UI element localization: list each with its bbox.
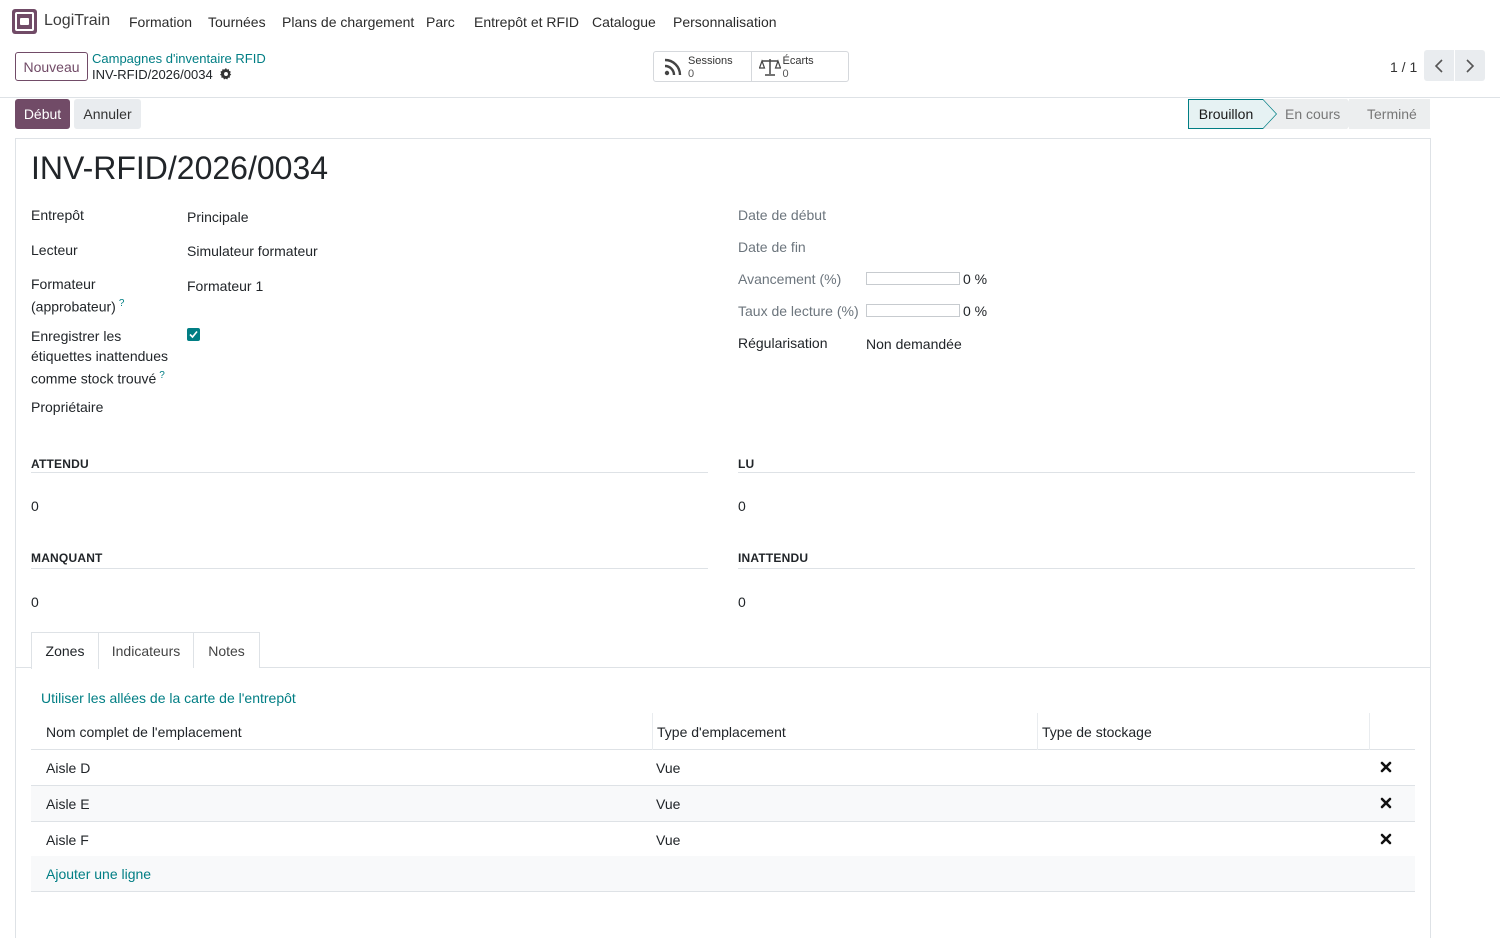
- trainer-label: Formateur (approbateur)?: [31, 274, 124, 317]
- location-type-cell[interactable]: Vue: [656, 796, 680, 812]
- read-rate-value: 0 %: [963, 303, 988, 319]
- checkmark-icon: [189, 330, 198, 339]
- warehouse-field[interactable]: Principale: [187, 209, 248, 225]
- pager-next-button[interactable]: [1455, 50, 1485, 81]
- ecarts-smart-button[interactable]: Écarts 0: [750, 52, 849, 81]
- menu-item-entrepot-rfid[interactable]: Entrepôt et RFID: [474, 14, 579, 30]
- reader-field[interactable]: Simulateur formateur: [187, 243, 318, 259]
- unexpected-value: 0: [738, 594, 746, 610]
- register-unexpected-label: Enregistrer les étiquettes inattendues c…: [31, 326, 168, 389]
- breadcrumb-parent-link[interactable]: Campagnes d'inventaire RFID: [92, 51, 266, 66]
- unexpected-divider: [738, 568, 1415, 569]
- menu-item-tournees[interactable]: Tournées: [208, 14, 266, 30]
- warehouse-label: Entrepôt: [31, 207, 84, 223]
- start-button[interactable]: Début: [15, 99, 70, 129]
- table-header: Nom complet de l'emplacement Type d'empl…: [31, 713, 1415, 750]
- location-name-cell[interactable]: Aisle D: [46, 760, 90, 776]
- sessions-value: 0: [688, 68, 695, 80]
- regularisation-field[interactable]: Non demandée: [866, 336, 962, 352]
- table-row[interactable]: Aisle F Vue: [31, 822, 1415, 858]
- menu-item-catalogue[interactable]: Catalogue: [592, 14, 656, 30]
- ecarts-label: Écarts: [782, 55, 814, 67]
- table-row[interactable]: Aisle E Vue: [31, 786, 1415, 822]
- progress-value: 0 %: [963, 271, 988, 287]
- column-separator[interactable]: [652, 713, 653, 750]
- smart-buttons: Sessions 0 Écarts 0: [653, 51, 849, 82]
- delete-row-icon[interactable]: [1380, 761, 1392, 773]
- read-section-title: LU: [738, 457, 755, 471]
- add-line-link[interactable]: Ajouter une ligne: [46, 866, 151, 882]
- record-title[interactable]: INV-RFID/2026/0034: [31, 150, 328, 187]
- end-date-label: Date de fin: [738, 239, 806, 255]
- menu-item-personnalisation[interactable]: Personnalisation: [673, 14, 777, 30]
- help-icon[interactable]: ?: [159, 370, 165, 381]
- start-date-label: Date de début: [738, 207, 826, 223]
- ecarts-value: 0: [782, 68, 789, 80]
- pager-previous-button[interactable]: [1424, 50, 1454, 81]
- balance-scale-icon: [758, 59, 781, 76]
- rss-icon: [664, 58, 682, 76]
- column-header-location-type[interactable]: Type d'emplacement: [657, 724, 786, 740]
- location-name-cell[interactable]: Aisle F: [46, 832, 89, 848]
- missing-section-title: MANQUANT: [31, 551, 103, 565]
- register-unexpected-checkbox[interactable]: [187, 328, 200, 341]
- top-navbar: LogiTrain Formation Tournées Plans de ch…: [0, 0, 1500, 44]
- read-rate-label: Taux de lecture (%): [738, 303, 859, 319]
- location-type-cell[interactable]: Vue: [656, 832, 680, 848]
- regularisation-label: Régularisation: [738, 335, 828, 351]
- location-type-cell[interactable]: Vue: [656, 760, 680, 776]
- add-line-row: Ajouter une ligne: [31, 856, 1415, 892]
- read-divider: [738, 472, 1415, 473]
- register-label-line-2: étiquettes inattendues: [31, 348, 168, 364]
- expected-section-title: ATTENDU: [31, 457, 89, 471]
- missing-value: 0: [31, 594, 39, 610]
- owner-label: Propriétaire: [31, 399, 104, 415]
- tab-notes[interactable]: Notes: [193, 632, 260, 668]
- trainer-field[interactable]: Formateur 1: [187, 278, 263, 294]
- progress-bar: [866, 272, 960, 285]
- tab-zones[interactable]: Zones: [31, 632, 99, 669]
- sessions-smart-button[interactable]: Sessions 0: [654, 52, 751, 81]
- progress-label: Avancement (%): [738, 271, 842, 287]
- use-warehouse-map-link[interactable]: Utiliser les allées de la carte de l'ent…: [41, 690, 296, 706]
- app-logo-icon[interactable]: [12, 9, 37, 34]
- table-row[interactable]: Aisle D Vue: [31, 750, 1415, 786]
- read-rate-bar: [866, 304, 960, 317]
- expected-value: 0: [31, 498, 39, 514]
- column-header-storage-type[interactable]: Type de stockage: [1042, 724, 1152, 740]
- sessions-label: Sessions: [688, 55, 733, 67]
- expected-divider: [31, 472, 708, 473]
- menu-item-formation[interactable]: Formation: [129, 14, 192, 30]
- menu-item-parc[interactable]: Parc: [426, 14, 455, 30]
- app-name[interactable]: LogiTrain: [44, 12, 110, 30]
- help-icon[interactable]: ?: [119, 298, 125, 309]
- menu-item-plans-chargement[interactable]: Plans de chargement: [282, 14, 414, 30]
- pager-value[interactable]: 1 / 1: [1390, 59, 1417, 75]
- trainer-label-line-1: Formateur: [31, 276, 96, 292]
- missing-divider: [31, 568, 708, 569]
- tab-indicateurs[interactable]: Indicateurs: [98, 632, 194, 668]
- stage-brouillon[interactable]: Brouillon: [1188, 99, 1277, 129]
- column-separator[interactable]: [1037, 713, 1038, 750]
- register-label-line-3: comme stock trouvé: [31, 370, 157, 387]
- column-header-location-name[interactable]: Nom complet de l'emplacement: [46, 724, 242, 740]
- chevron-left-icon: [1434, 58, 1443, 73]
- breadcrumb-current: INV-RFID/2026/0034: [92, 67, 213, 82]
- chevron-right-icon: [1466, 58, 1475, 73]
- unexpected-section-title: INATTENDU: [738, 551, 809, 565]
- status-bar: Terminé En cours Brouillon: [1188, 99, 1430, 129]
- location-name-cell[interactable]: Aisle E: [46, 796, 90, 812]
- trainer-label-line-2: (approbateur): [31, 298, 116, 315]
- register-label-line-1: Enregistrer les: [31, 328, 122, 344]
- delete-row-icon[interactable]: [1380, 833, 1392, 845]
- delete-row-icon[interactable]: [1380, 797, 1392, 809]
- reader-label: Lecteur: [31, 242, 78, 258]
- new-button[interactable]: Nouveau: [15, 52, 88, 81]
- cancel-button[interactable]: Annuler: [74, 99, 141, 129]
- column-separator[interactable]: [1369, 713, 1370, 750]
- stage-termine[interactable]: Terminé: [1349, 99, 1430, 129]
- read-value: 0: [738, 498, 746, 514]
- control-panel: Nouveau Campagnes d'inventaire RFID INV-…: [0, 44, 1500, 98]
- gear-icon[interactable]: [220, 68, 232, 80]
